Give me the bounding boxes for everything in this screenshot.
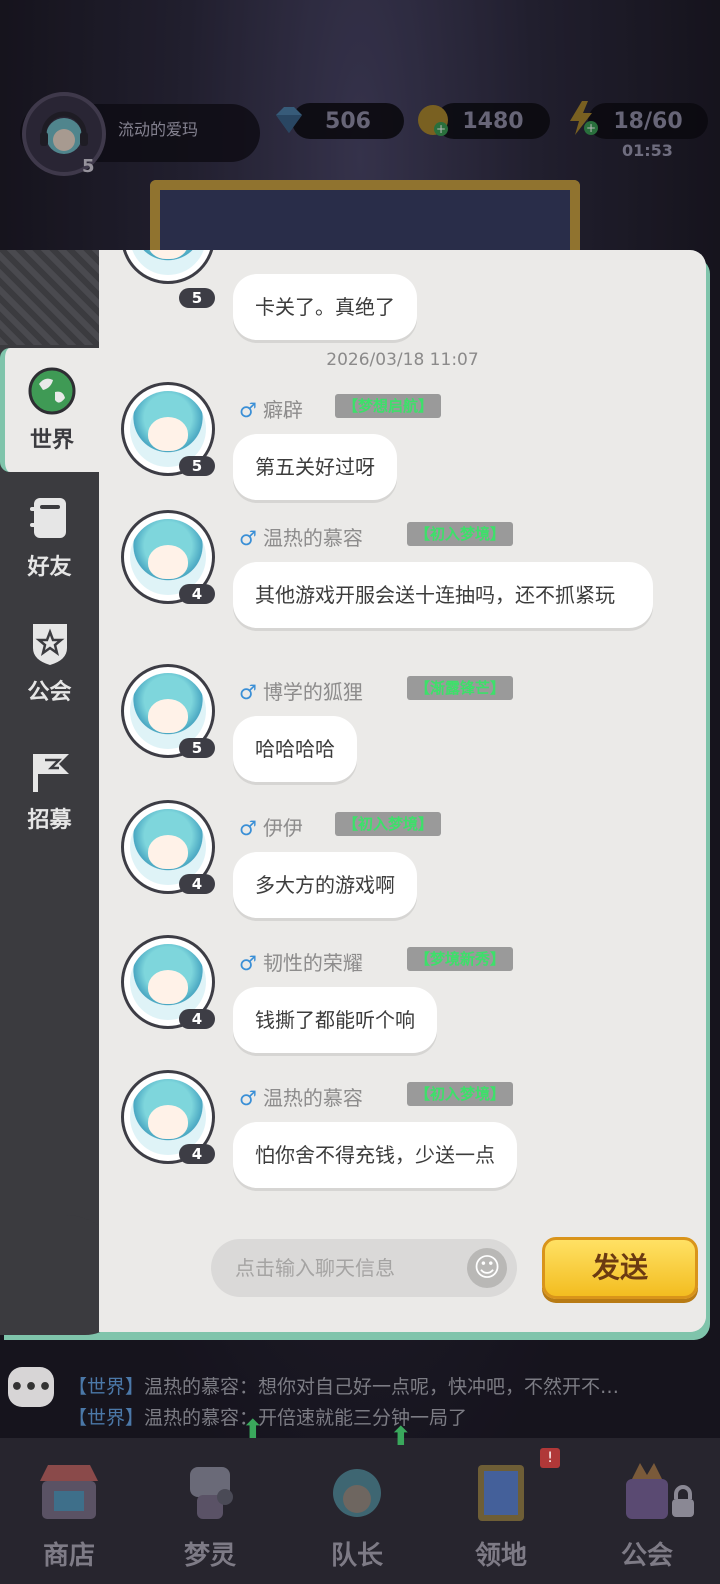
- tab-recruit-label: 招募: [27, 808, 72, 833]
- username[interactable]: ♂ 伊伊: [239, 812, 303, 841]
- upgrade-arrow-icon: ⬆: [242, 1415, 264, 1445]
- message-list[interactable]: 5 卡关了。真绝了 2026/03/18 11:07 5 ♂ 癖辟 【梦想启航】 …: [99, 250, 706, 1195]
- username[interactable]: ♂ 温热的慕容: [239, 522, 363, 551]
- message-bubble: 第五关好过呀: [233, 434, 397, 500]
- territory-icon: [478, 1465, 524, 1521]
- message-bubble: 卡关了。真绝了: [233, 274, 417, 340]
- message-bubble: 怕你舍不得充钱，少送一点: [233, 1122, 517, 1188]
- globe-icon: [28, 367, 76, 415]
- level-badge: 5: [179, 456, 215, 476]
- male-icon: ♂: [239, 816, 257, 840]
- username[interactable]: ♂ 温热的慕容: [239, 1082, 363, 1111]
- title-badge: 【初入梦境】: [407, 1082, 514, 1106]
- chat-bubble-icon[interactable]: •••: [8, 1367, 54, 1407]
- robot-icon: [190, 1467, 233, 1519]
- emoji-icon[interactable]: ☺: [467, 1248, 507, 1288]
- nav-shop[interactable]: 商店: [4, 1440, 134, 1580]
- chat-timestamp: 2026/03/18 11:07: [326, 350, 479, 370]
- male-icon: ♂: [239, 680, 257, 704]
- level-badge: 5: [179, 738, 215, 758]
- level-badge: 4: [179, 1144, 215, 1164]
- tab-world[interactable]: 世界: [0, 348, 99, 472]
- nav-dream-spirit[interactable]: 梦灵: [145, 1440, 275, 1580]
- level-badge: 4: [179, 1009, 215, 1029]
- title-badge: 【梦境新秀】: [407, 947, 514, 971]
- level-badge: 4: [179, 874, 215, 894]
- male-icon: ♂: [239, 1086, 257, 1110]
- nav-dream-spirit-label: 梦灵: [183, 1541, 236, 1571]
- sidebar-pattern: [0, 250, 99, 345]
- guild-shield-icon: [32, 624, 67, 665]
- upgrade-arrow-icon: ⬆: [390, 1422, 412, 1452]
- username[interactable]: ♂ 癖辟: [239, 394, 303, 423]
- tab-world-label: 世界: [29, 428, 74, 453]
- nav-guild-label: 公会: [620, 1541, 673, 1571]
- shop-icon: [40, 1465, 98, 1519]
- notification-badge: !: [540, 1448, 560, 1468]
- lock-icon: [672, 1485, 694, 1517]
- message-bubble: 其他游戏开服会送十连抽吗，还不抓紧玩: [233, 562, 653, 628]
- nav-shop-label: 商店: [42, 1541, 95, 1571]
- nav-captain-label: 队长: [330, 1541, 383, 1571]
- send-button[interactable]: 发送: [542, 1237, 698, 1299]
- male-icon: ♂: [239, 951, 257, 975]
- tab-friends-label: 好友: [27, 555, 72, 580]
- level-badge: 4: [179, 584, 215, 604]
- username[interactable]: ♂ 博学的狐狸: [239, 676, 363, 705]
- flag-icon: [32, 754, 69, 792]
- title-badge: 【渐露锋芒】: [407, 676, 514, 700]
- level-badge: 5: [179, 288, 215, 308]
- message-bubble: 钱撕了都能听个响: [233, 987, 437, 1053]
- avatar[interactable]: [121, 250, 215, 284]
- male-icon: ♂: [239, 398, 257, 422]
- tab-friends[interactable]: 好友: [0, 475, 99, 599]
- male-icon: ♂: [239, 526, 257, 550]
- tab-guild-label: 公会: [27, 680, 72, 705]
- title-badge: 【初入梦境】: [407, 522, 514, 546]
- nav-territory-label: 领地: [474, 1541, 527, 1571]
- title-badge: 【初入梦境】: [335, 812, 442, 836]
- ticker-line[interactable]: 【世界】温热的慕容：想你对自己好一点呢，快冲吧，不然开不…: [68, 1372, 619, 1399]
- tab-guild[interactable]: 公会: [0, 600, 99, 724]
- tab-recruit[interactable]: 招募: [0, 728, 99, 852]
- username[interactable]: ♂ 韧性的荣耀: [239, 947, 363, 976]
- captain-icon: [333, 1469, 381, 1517]
- title-badge: 【梦想启航】: [335, 394, 442, 418]
- friends-book-icon: [29, 498, 66, 538]
- nav-captain[interactable]: 队长: [292, 1440, 422, 1580]
- message-bubble: 哈哈哈哈: [233, 716, 357, 782]
- message-bubble: 多大方的游戏啊: [233, 852, 417, 918]
